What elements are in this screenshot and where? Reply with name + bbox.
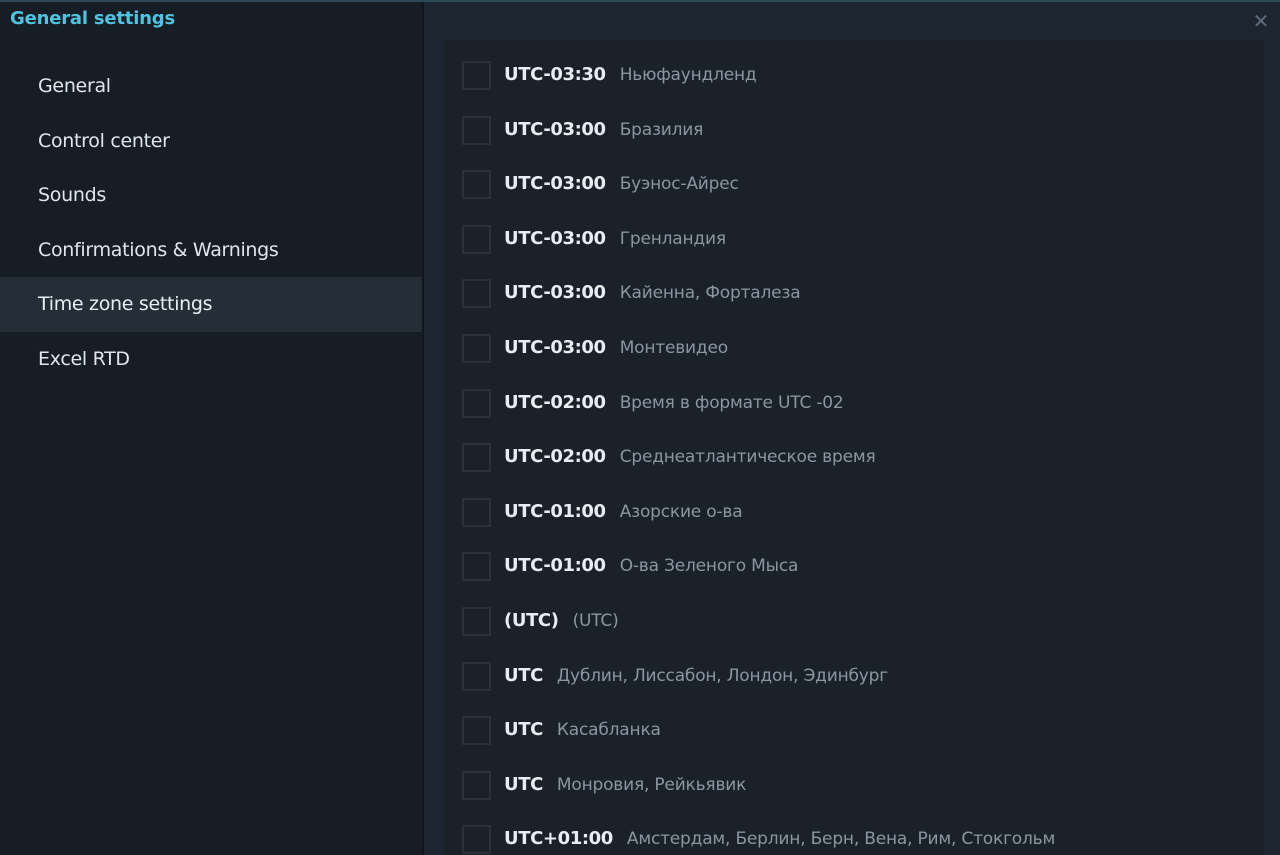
timezone-name: (UTC): [572, 610, 619, 631]
timezone-offset: UTC-01:00: [504, 500, 606, 522]
timezone-name: Буэнос-Айрес: [619, 174, 739, 195]
sidebar-item-general[interactable]: General: [0, 59, 422, 114]
timezone-checkbox[interactable]: [462, 606, 491, 636]
timezone-checkbox[interactable]: [462, 333, 491, 363]
timezone-row: UTC Монровия, Рейкьявик: [462, 770, 1252, 825]
timezone-checkbox[interactable]: [462, 443, 491, 473]
timezone-checkbox[interactable]: [462, 279, 491, 309]
timezone-checkbox[interactable]: [462, 716, 491, 746]
timezone-name: Гренландия: [619, 228, 726, 249]
timezone-name: Кайенна, Форталеза: [619, 283, 801, 304]
timezone-checkbox[interactable]: [462, 552, 491, 582]
timezone-checkbox[interactable]: [462, 388, 491, 418]
timezone-checkbox[interactable]: [462, 770, 491, 800]
timezone-offset: UTC+01:00: [504, 828, 613, 850]
timezone-row: UTC-02:00 Время в формате UTC -02: [462, 388, 1252, 443]
timezone-row: UTC-03:00 Бразилия: [462, 115, 1252, 170]
timezone-name: Монтевидео: [619, 337, 728, 358]
timezone-name: Амстердам, Берлин, Берн, Вена, Рим, Сток…: [626, 829, 1056, 850]
sidebar-item-sounds[interactable]: Sounds: [0, 168, 422, 223]
timezone-row: UTC-03:30 Ньюфаундленд: [462, 60, 1252, 115]
timezone-row: UTC+01:00 Амстердам, Берлин, Берн, Вена,…: [462, 824, 1252, 855]
timezone-checkbox[interactable]: [462, 224, 491, 254]
timezone-name: Касабланка: [556, 720, 661, 741]
timezone-row: UTC-01:00 О-ва Зеленого Мыса: [462, 551, 1252, 606]
timezone-row: UTC-03:00 Монтевидео: [462, 333, 1252, 388]
timezone-name: Время в формате UTC -02: [619, 392, 844, 413]
timezone-name: Среднеатлантическое время: [619, 447, 876, 468]
timezone-checkbox[interactable]: [462, 497, 491, 527]
timezone-name: Азорские о-ва: [619, 501, 743, 522]
timezone-offset: UTC-03:00: [504, 336, 606, 358]
timezone-checkbox[interactable]: [462, 170, 491, 200]
timezone-offset: UTC-03:00: [504, 173, 606, 195]
timezone-list: UTC-03:30 Ньюфаундленд UTC-03:00 Бразили…: [462, 60, 1252, 855]
timezone-checkbox[interactable]: [462, 661, 491, 691]
timezone-checkbox[interactable]: [462, 61, 491, 90]
timezone-row: UTC Дублин, Лиссабон, Лондон, Эдинбург: [462, 661, 1252, 716]
sidebar-nav: General Control center Sounds Confirmati…: [0, 59, 422, 386]
sidebar-item-excel-rtd[interactable]: Excel RTD: [0, 332, 422, 387]
window-title: General settings: [10, 8, 175, 29]
close-icon[interactable]: ✕: [1250, 10, 1272, 32]
sidebar-item-time-zone-settings[interactable]: Time zone settings: [0, 277, 422, 332]
sidebar: General settings General Control center …: [0, 2, 424, 855]
timezone-offset: UTC-03:00: [504, 227, 606, 249]
timezone-offset: UTC: [504, 773, 543, 795]
settings-window: General settings General Control center …: [0, 0, 1280, 855]
timezone-row: UTC-03:00 Буэнос-Айрес: [462, 169, 1252, 224]
sidebar-item-control-center[interactable]: Control center: [0, 114, 422, 169]
timezone-row: UTC Касабланка: [462, 715, 1252, 770]
timezone-checkbox[interactable]: [462, 115, 491, 145]
timezone-name: Бразилия: [619, 119, 704, 140]
timezone-row: UTC-02:00 Среднеатлантическое время: [462, 442, 1252, 497]
timezone-checkbox[interactable]: [462, 825, 491, 855]
timezone-offset: UTC-03:00: [504, 282, 606, 304]
timezone-name: Ньюфаундленд: [619, 65, 757, 85]
timezone-row: (UTC) (UTC): [462, 606, 1252, 661]
timezone-offset: UTC-01:00: [504, 555, 606, 577]
timezone-offset: UTC: [504, 719, 543, 741]
timezone-panel: UTC-03:30 Ньюфаундленд UTC-03:00 Бразили…: [444, 40, 1264, 855]
timezone-name: О-ва Зеленого Мыса: [619, 556, 799, 577]
timezone-name: Дублин, Лиссабон, Лондон, Эдинбург: [556, 665, 888, 686]
sidebar-item-confirmations-warnings[interactable]: Confirmations & Warnings: [0, 223, 422, 278]
timezone-offset: UTC: [504, 664, 543, 686]
timezone-row: UTC-01:00 Азорские о-ва: [462, 497, 1252, 552]
timezone-offset: (UTC): [504, 609, 559, 631]
timezone-name: Монровия, Рейкьявик: [556, 774, 747, 795]
timezone-row: UTC-03:00 Гренландия: [462, 224, 1252, 279]
timezone-offset: UTC-02:00: [504, 446, 606, 468]
timezone-offset: UTC-03:30: [504, 64, 606, 85]
timezone-row: UTC-03:00 Кайенна, Форталеза: [462, 278, 1252, 333]
timezone-offset: UTC-02:00: [504, 391, 606, 413]
timezone-offset: UTC-03:00: [504, 118, 606, 140]
